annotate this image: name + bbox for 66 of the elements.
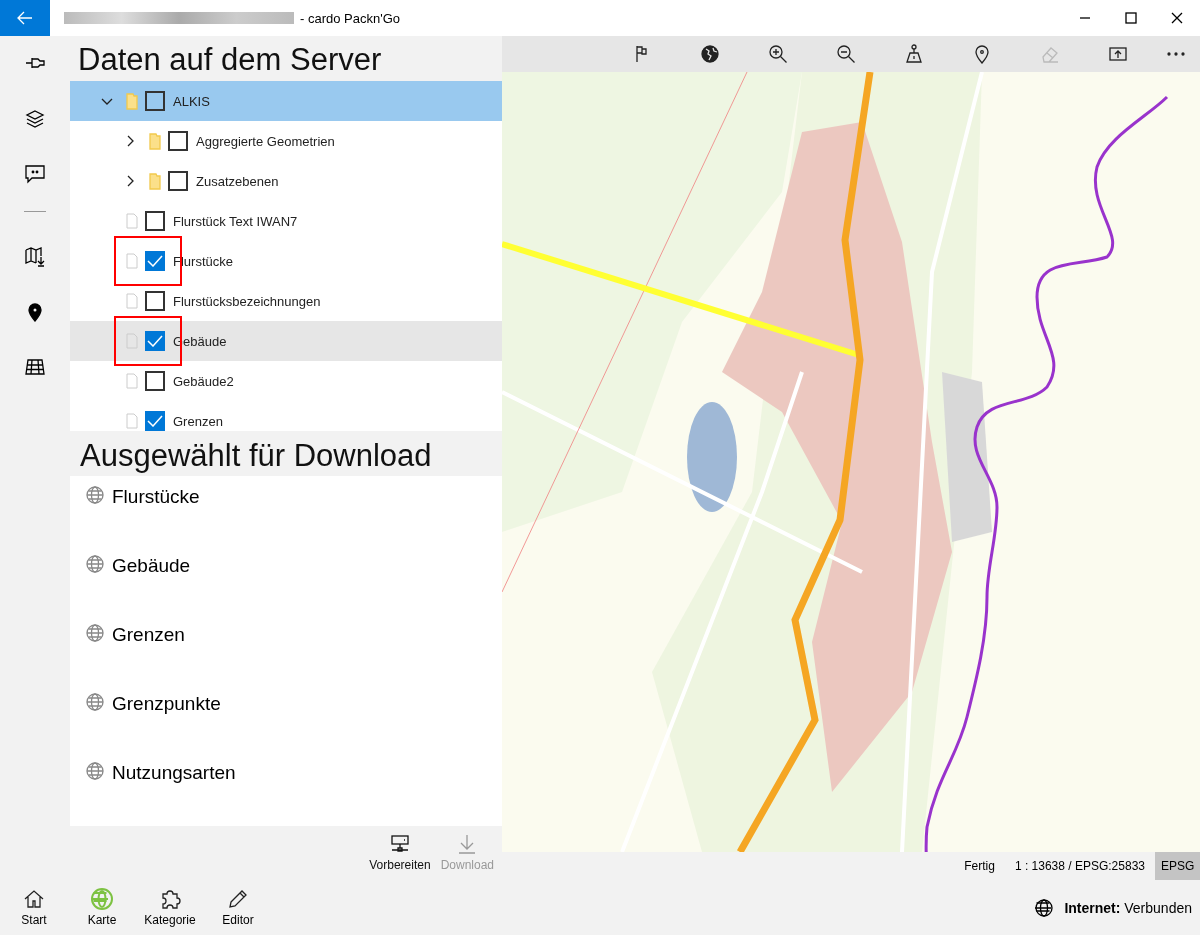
- globe-icon: [86, 555, 104, 573]
- window-title: - cardo Packn'Go: [300, 10, 401, 26]
- tree-row[interactable]: ALKIS: [70, 81, 502, 121]
- document-icon: [125, 213, 138, 229]
- status-text: Fertig: [963, 858, 996, 875]
- folder-icon: [125, 92, 138, 110]
- checkbox[interactable]: [145, 411, 165, 431]
- epsg-button[interactable]: EPSG: [1155, 852, 1200, 880]
- home-icon: [23, 888, 45, 910]
- checkbox[interactable]: [145, 371, 165, 391]
- nav-tab[interactable]: Kategorie: [136, 888, 204, 927]
- layer-label: Grenzen: [173, 413, 223, 429]
- download-item: Nutzungsarten: [112, 762, 236, 784]
- map-download-icon: [24, 245, 46, 267]
- tree-row[interactable]: Gebäude2: [70, 361, 502, 401]
- document-icon: [125, 333, 138, 349]
- chat-icon: [24, 163, 46, 185]
- globe-icon: [1034, 897, 1055, 918]
- download-item: Gebäude: [112, 555, 191, 577]
- checkbox[interactable]: [145, 251, 165, 271]
- download-item: Grenzen: [112, 624, 185, 646]
- pencil-icon: [227, 888, 249, 910]
- network-icon: [388, 834, 411, 854]
- scale-text: 1 : 13638 / EPSG:25833: [1013, 858, 1146, 875]
- panel-heading: Daten auf dem Server: [77, 41, 383, 79]
- layer-label: Flurstück Text IWAN7: [173, 213, 298, 229]
- tree-row[interactable]: Flurstück Text IWAN7: [70, 201, 502, 241]
- layer-label: Gebäude2: [173, 373, 234, 389]
- nav-tab[interactable]: Karte: [68, 888, 136, 927]
- tree-row[interactable]: Grenzen: [70, 401, 502, 431]
- globe-icon: [86, 762, 104, 780]
- action-button[interactable]: Vorbereiten: [367, 834, 433, 872]
- maximize-icon: [1125, 12, 1137, 24]
- checkbox[interactable]: [145, 91, 165, 111]
- close-icon: [1171, 12, 1183, 24]
- connection-status: Internet: Verbunden: [1064, 899, 1192, 916]
- folder-icon: [148, 132, 161, 150]
- checkbox[interactable]: [168, 171, 188, 191]
- document-icon: [125, 373, 138, 389]
- layers-icon: [24, 108, 46, 130]
- tree-row[interactable]: Aggregierte Geometrien: [70, 121, 502, 161]
- globe-icon: [86, 486, 104, 504]
- checkbox[interactable]: [168, 131, 188, 151]
- nav-tab[interactable]: Start: [0, 888, 68, 927]
- puzzle-icon: [159, 888, 181, 910]
- globe-icon: [86, 624, 104, 642]
- checkbox[interactable]: [145, 291, 165, 311]
- download-item: Flurstücke: [112, 486, 200, 508]
- layer-label: Aggregierte Geometrien: [196, 133, 335, 149]
- document-icon: [125, 413, 138, 429]
- globe-icon: [91, 888, 113, 910]
- back-arrow-icon: [17, 11, 33, 25]
- tree-row[interactable]: Zusatzebenen: [70, 161, 502, 201]
- tree-row[interactable]: Flurstücksbezeichnungen: [70, 281, 502, 321]
- download-item: Grenzpunkte: [112, 693, 221, 715]
- panel-heading: Ausgewählt für Download: [79, 437, 433, 475]
- layer-label: ALKIS: [173, 93, 210, 109]
- nav-tab[interactable]: Editor: [204, 888, 272, 927]
- folder-icon: [148, 172, 161, 190]
- layer-label: Flurstücksbezeichnungen: [173, 293, 321, 309]
- globe-icon: [86, 693, 104, 711]
- checkbox[interactable]: [145, 331, 165, 351]
- document-icon: [125, 293, 138, 309]
- checkbox[interactable]: [145, 211, 165, 231]
- document-icon: [125, 253, 138, 269]
- layer-label: Zusatzebenen: [196, 173, 279, 189]
